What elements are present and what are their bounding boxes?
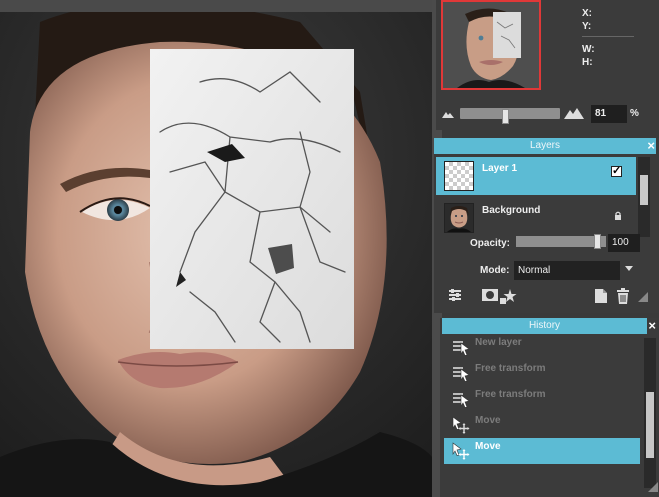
- layer-item-layer-1[interactable]: Layer 1 ✓: [436, 157, 636, 195]
- layers-close-button[interactable]: ×: [647, 138, 655, 154]
- navigator-thumbnail[interactable]: [441, 0, 541, 90]
- layers-scrollbar-thumb[interactable]: [640, 175, 648, 205]
- blend-mode-select[interactable]: Normal: [514, 261, 620, 280]
- layer-thumbnail: [444, 161, 474, 191]
- history-scrollbar[interactable]: [644, 338, 656, 488]
- zoom-slider-handle[interactable]: [502, 109, 509, 124]
- blend-mode-label: Mode:: [480, 265, 510, 276]
- history-close-button[interactable]: ×: [648, 318, 656, 334]
- layer-item-background[interactable]: Background: [436, 199, 636, 237]
- navigator-preview-image: [443, 2, 539, 88]
- chevron-down-icon[interactable]: [625, 266, 633, 271]
- move-icon: [452, 442, 470, 460]
- zoom-control: 81 %: [436, 104, 659, 124]
- history-item-label: Free transform: [475, 389, 546, 400]
- zoom-value-input[interactable]: 81: [591, 105, 627, 123]
- history-item-label: Free transform: [475, 363, 546, 374]
- canvas-top-strip: [0, 0, 432, 12]
- layer-add-icon: [453, 393, 470, 408]
- layer-effects-icon[interactable]: [500, 288, 518, 306]
- background-thumbnail-image: [447, 206, 471, 232]
- navigator-panel: X: Y: W: H: 81 %: [436, 0, 659, 130]
- history-item-label: New layer: [475, 337, 522, 348]
- history-item[interactable]: Free transform: [444, 360, 640, 386]
- opacity-slider-handle[interactable]: [594, 234, 601, 249]
- history-item[interactable]: Free transform: [444, 386, 640, 412]
- history-item-selected[interactable]: Move: [444, 438, 640, 464]
- move-icon: [452, 416, 470, 434]
- layers-panel-header[interactable]: Layers: [434, 138, 656, 154]
- history-item[interactable]: Move: [444, 412, 640, 438]
- history-panel: History × New layer Free transform Free …: [440, 318, 659, 497]
- history-scrollbar-thumb[interactable]: [646, 392, 654, 458]
- layer-settings-icon[interactable]: [448, 288, 462, 302]
- image-canvas[interactable]: [0, 0, 432, 497]
- layer-visibility-checkbox[interactable]: ✓: [611, 166, 622, 177]
- y-coordinate-label: Y:: [582, 21, 592, 32]
- zoom-percent-label: %: [630, 108, 639, 119]
- layer-add-icon: [453, 367, 470, 382]
- history-panel-header[interactable]: History: [442, 318, 647, 334]
- layers-panel: Layers × Layer 1 ✓ Background Opacity: 1…: [434, 138, 659, 313]
- history-item-label: Move: [475, 415, 501, 426]
- zoom-slider[interactable]: [460, 108, 560, 124]
- opacity-value-input[interactable]: 100: [608, 234, 640, 252]
- layer-name: Background: [482, 205, 541, 216]
- x-coordinate-label: X:: [582, 8, 592, 19]
- new-layer-icon[interactable]: [594, 288, 608, 304]
- opacity-label: Opacity:: [470, 238, 511, 249]
- history-panel-title: History: [528, 320, 561, 331]
- layer-mask-icon[interactable]: [482, 288, 498, 302]
- layers-scrollbar[interactable]: [638, 157, 650, 237]
- canvas-image: [0, 12, 432, 497]
- resize-corner-icon[interactable]: [638, 292, 648, 302]
- width-label: W:: [582, 44, 595, 55]
- resize-corner-icon[interactable]: [648, 482, 658, 492]
- zoom-in-mountain-icon[interactable]: [564, 107, 584, 119]
- zoom-out-mountain-icon[interactable]: [442, 110, 454, 118]
- layer-name: Layer 1: [482, 163, 518, 174]
- navigator-divider: [582, 36, 634, 37]
- height-label: H:: [582, 57, 593, 68]
- history-item-label: Move: [475, 441, 501, 452]
- opacity-slider[interactable]: [516, 236, 606, 247]
- layers-panel-title: Layers: [529, 140, 560, 151]
- layer-thumbnail: [444, 203, 474, 233]
- trash-icon[interactable]: [616, 288, 630, 304]
- layers-toolbar: [434, 286, 659, 310]
- lock-icon: [615, 211, 621, 220]
- layer-add-icon: [453, 341, 470, 356]
- history-item[interactable]: New layer: [444, 334, 640, 360]
